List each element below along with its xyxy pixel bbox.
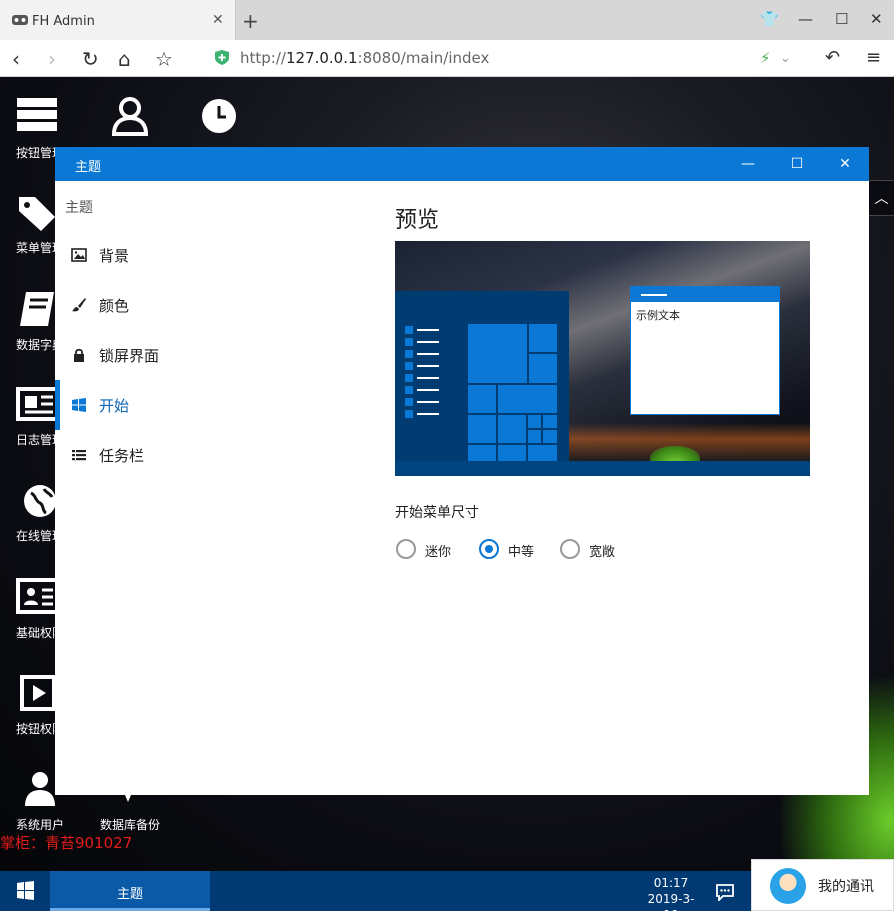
close-tab-icon[interactable]: ✕ bbox=[212, 12, 224, 28]
preview-taskbar bbox=[395, 461, 810, 476]
taskbar-clock[interactable]: 01:17 2019-3-19 bbox=[640, 875, 702, 911]
mask-icon bbox=[12, 15, 28, 25]
window-title: 主题 bbox=[75, 160, 102, 175]
start-windows-icon[interactable] bbox=[0, 871, 50, 911]
desktop-icon-button-mgmt[interactable]: 按钮管理 bbox=[15, 97, 99, 160]
shield-icon bbox=[215, 50, 229, 65]
window-minimize-icon[interactable]: — bbox=[724, 147, 772, 181]
preview-start-menu bbox=[395, 291, 569, 461]
start-menu-size-label: 开始菜单尺寸 bbox=[395, 505, 479, 521]
contacts-button[interactable]: 我的通讯 bbox=[751, 859, 894, 911]
lock-icon bbox=[74, 348, 84, 362]
minimize-icon[interactable]: — bbox=[798, 10, 813, 28]
newspaper-icon bbox=[16, 387, 60, 421]
new-tab-icon[interactable]: + bbox=[242, 9, 259, 33]
clock-date: 2019-3-19 bbox=[647, 892, 695, 911]
sidebar-item-start[interactable]: 开始 bbox=[55, 380, 355, 430]
clock-icon bbox=[202, 99, 236, 133]
radio-spacious-circle[interactable] bbox=[560, 539, 580, 559]
image-icon bbox=[71, 248, 87, 262]
theme-preview: 示例文本 bbox=[395, 241, 810, 476]
window-title-bar[interactable]: 主题 — ☐ ✕ bbox=[55, 147, 869, 181]
watermark-text: 掌柜：青苔901027 bbox=[0, 834, 133, 852]
desktop-icon-user-mgmt[interactable] bbox=[110, 96, 194, 136]
radio-medium-circle[interactable] bbox=[479, 539, 499, 559]
refresh-icon[interactable]: ↻ bbox=[82, 47, 99, 71]
tab-title: FH Admin bbox=[32, 14, 95, 29]
chat-icon[interactable] bbox=[715, 883, 735, 901]
browser-tab[interactable]: FH Admin ✕ bbox=[0, 0, 236, 40]
sidebar-item-color[interactable]: 颜色 bbox=[55, 280, 355, 330]
sidebar-item-background[interactable]: 背景 bbox=[55, 230, 355, 280]
star-icon[interactable]: ☆ bbox=[155, 47, 173, 71]
radio-mini-circle[interactable] bbox=[396, 539, 416, 559]
brush-icon bbox=[72, 298, 86, 312]
maximize-icon[interactable]: ☐ bbox=[835, 10, 848, 28]
back-icon[interactable]: ‹ bbox=[12, 47, 20, 71]
taskbar-app-theme[interactable]: 主题 bbox=[50, 871, 210, 911]
window-close-icon[interactable]: ✕ bbox=[821, 147, 869, 181]
server-icon bbox=[17, 98, 57, 131]
chevron-down-icon[interactable]: ⌄ bbox=[780, 51, 791, 66]
lightning-icon[interactable]: ⚡ bbox=[760, 49, 771, 67]
window-maximize-icon[interactable]: ☐ bbox=[773, 147, 821, 181]
desktop-icon-schedule[interactable] bbox=[200, 97, 284, 135]
sidebar-heading: 主题 bbox=[65, 200, 93, 216]
sidebar-item-lockscreen[interactable]: 锁屏界面 bbox=[55, 330, 355, 380]
forward-icon[interactable]: › bbox=[48, 47, 56, 71]
avatar bbox=[770, 868, 806, 904]
browser-tab-bar: FH Admin ✕ + 👕 — ☐ ✕ bbox=[0, 0, 894, 40]
preview-sample-titlebar bbox=[631, 287, 779, 302]
url-text[interactable]: http://127.0.0.1:8080/main/index bbox=[240, 49, 489, 67]
taskbar-icon bbox=[72, 450, 86, 461]
preview-title: 预览 bbox=[395, 208, 440, 233]
user-icon bbox=[111, 97, 149, 136]
globe-icon bbox=[24, 485, 56, 517]
id-card-icon bbox=[16, 578, 60, 614]
contacts-label: 我的通讯 bbox=[818, 879, 874, 895]
clock-time: 01:17 bbox=[653, 876, 689, 890]
windows-icon bbox=[72, 398, 86, 412]
menu-icon[interactable]: ≡ bbox=[866, 47, 881, 68]
preview-sample-window: 示例文本 bbox=[630, 286, 780, 415]
book-icon bbox=[20, 292, 54, 326]
chevron-up-icon[interactable]: ︿ bbox=[869, 180, 894, 216]
close-window-icon[interactable]: ✕ bbox=[870, 10, 883, 28]
person-icon bbox=[25, 772, 55, 806]
undo-icon[interactable]: ↶ bbox=[825, 47, 840, 68]
play-icon bbox=[20, 675, 56, 711]
tags-icon bbox=[19, 197, 55, 231]
sample-text: 示例文本 bbox=[636, 309, 680, 322]
shirt-icon[interactable]: 👕 bbox=[760, 10, 779, 28]
theme-window: 主题 — ☐ ✕ 主题 背景 颜色 锁屏界面 开始 任务栏 预览 示例文本 开始… bbox=[55, 147, 869, 795]
home-icon[interactable]: ⌂ bbox=[118, 47, 131, 71]
preview-start-tiles bbox=[405, 324, 557, 461]
sidebar-item-taskbar[interactable]: 任务栏 bbox=[55, 430, 355, 480]
